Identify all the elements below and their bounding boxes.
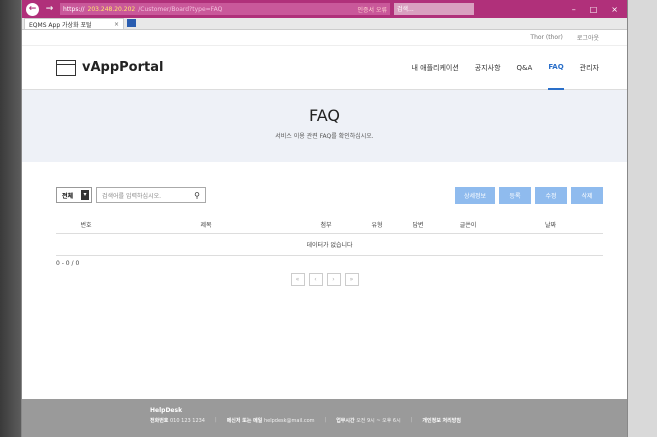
edit-button[interactable]: 수정 (535, 186, 567, 204)
maximize-icon[interactable]: □ (585, 5, 603, 14)
page-banner: FAQ 서비스 이용 관련 FAQ를 확인하십시오. (22, 90, 627, 162)
tab-title: EQMS App 가상화 포털 (29, 21, 92, 29)
nav-qna[interactable]: Q&A (517, 46, 533, 90)
logo-text: vAppPortal (82, 60, 164, 75)
minimize-icon[interactable]: – (567, 5, 581, 14)
details-button[interactable]: 상세정보 (455, 186, 495, 204)
site-footer: HelpDesk 전화번호 010 123 1234 | 메신저 또는 메일 h… (22, 399, 627, 437)
nav-faq[interactable]: FAQ (548, 46, 564, 90)
page-title: FAQ (309, 106, 340, 125)
pagination: « ‹ › » (22, 273, 627, 286)
forward-arrow-icon[interactable]: → (43, 3, 56, 16)
site-logo[interactable]: vAppPortal (56, 59, 164, 76)
action-buttons: 상세정보 등록 수정 삭제 (455, 186, 603, 204)
col-type[interactable]: 유형 (356, 220, 398, 229)
back-arrow-icon[interactable]: ← (26, 2, 39, 16)
col-attachment[interactable]: 첨부 (296, 220, 356, 229)
browser-search-input[interactable]: 검색... (394, 3, 474, 15)
register-button[interactable]: 등록 (499, 186, 531, 204)
board-toolbar: 전체 ▾ 검색어를 입력하십시오. ⚲ 상세정보 등록 수정 삭제 (22, 186, 627, 204)
email-value[interactable]: helpdesk@mail.com (264, 418, 315, 424)
col-date[interactable]: 날짜 (498, 220, 603, 229)
faq-table: 번호 제목 첨부 유형 답변 글쓴이 날짜 데이터가 없습니다 (56, 216, 603, 256)
url-host: 203.248.20.202 (87, 5, 136, 13)
col-answer[interactable]: 답변 (398, 220, 438, 229)
window-icon (56, 59, 76, 76)
col-author[interactable]: 글쓴이 (438, 220, 498, 229)
nav-admin[interactable]: 관리자 (580, 46, 599, 90)
browser-window: ← → https:// 203.248.20.202 /Customer/Bo… (22, 0, 627, 437)
empty-row: 데이터가 없습니다 (56, 234, 603, 256)
desktop-backdrop-right (627, 0, 657, 437)
user-bar: Thor (thor) 로그아웃 (22, 30, 627, 46)
tab-close-icon[interactable]: × (114, 21, 119, 28)
next-page-button[interactable]: › (326, 273, 341, 286)
nav-notices[interactable]: 공지사항 (475, 46, 501, 90)
page-subtitle: 서비스 이용 관련 FAQ를 확인하십시오. (275, 133, 374, 140)
first-page-button[interactable]: « (290, 273, 305, 286)
footer-brand: HelpDesk (150, 407, 183, 414)
logout-link[interactable]: 로그아웃 (577, 33, 599, 42)
col-number[interactable]: 번호 (56, 220, 116, 229)
browser-tab[interactable]: EQMS App 가상화 포털 × (24, 18, 124, 29)
chevron-down-icon: ▾ (81, 190, 89, 200)
record-count: 0 - 0 / 0 (56, 260, 80, 267)
phone-label: 전화번호 (150, 418, 169, 424)
search-placeholder: 검색어를 입력하십시오. (102, 192, 162, 200)
desktop-backdrop-left (0, 0, 22, 437)
table-header: 번호 제목 첨부 유형 답변 글쓴이 날짜 (56, 216, 603, 234)
url-prefix: https:// (63, 5, 85, 13)
user-name: Thor (thor) (530, 34, 563, 41)
phone-value: 010 123 1234 (170, 418, 205, 424)
certificate-error[interactable]: 인증서 오류 (357, 5, 387, 14)
nav-my-apps[interactable]: 내 애플리케이션 (411, 46, 458, 90)
filter-select-value: 전체 (62, 192, 74, 200)
search-input[interactable]: 검색어를 입력하십시오. ⚲ (96, 187, 206, 203)
url-path: /Customer/Board?type=FAQ (138, 5, 223, 13)
hours-value: 오전 9시 ~ 오후 6시 (356, 418, 401, 424)
privacy-link[interactable]: 개인정보 처리방침 (422, 417, 461, 424)
email-label: 메신저 또는 메일 (226, 418, 263, 424)
page-content: Thor (thor) 로그아웃 vAppPortal 내 애플리케이션 공지사… (22, 30, 627, 437)
address-bar[interactable]: https:// 203.248.20.202 /Customer/Board?… (60, 3, 390, 15)
new-tab-button[interactable] (127, 19, 136, 27)
col-title[interactable]: 제목 (116, 220, 296, 229)
prev-page-button[interactable]: ‹ (308, 273, 323, 286)
filter-select[interactable]: 전체 ▾ (56, 187, 92, 203)
main-nav: 내 애플리케이션 공지사항 Q&A FAQ 관리자 (411, 46, 599, 90)
footer-info: 전화번호 010 123 1234 | 메신저 또는 메일 helpdesk@m… (150, 417, 461, 424)
site-header: vAppPortal 내 애플리케이션 공지사항 Q&A FAQ 관리자 (22, 46, 627, 90)
close-icon[interactable]: × (606, 5, 623, 14)
browser-tabbar: EQMS App 가상화 포털 × (22, 18, 627, 30)
browser-titlebar: ← → https:// 203.248.20.202 /Customer/Bo… (22, 0, 627, 18)
last-page-button[interactable]: » (344, 273, 359, 286)
search-icon[interactable]: ⚲ (194, 191, 200, 200)
delete-button[interactable]: 삭제 (571, 186, 603, 204)
hours-label: 업무시간 (336, 418, 355, 424)
